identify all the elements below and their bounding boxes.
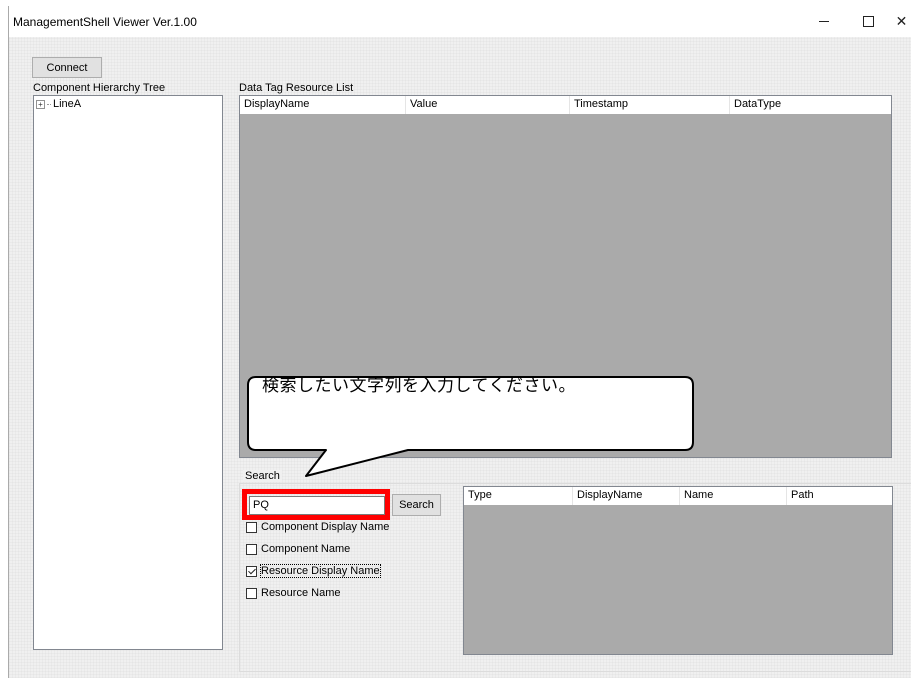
search-result-header: Type DisplayName Name Path	[464, 487, 892, 505]
option-resource-display-name[interactable]: Resource Display Name	[246, 564, 381, 578]
maximize-icon	[863, 16, 874, 27]
data-tag-label: Data Tag Resource List	[239, 82, 354, 94]
data-tag-list[interactable]: DisplayName Value Timestamp DataType	[239, 95, 892, 458]
tree-label: Component Hierarchy Tree	[33, 82, 166, 94]
search-group-label: Search	[243, 470, 282, 482]
option-label: Resource Name	[261, 587, 341, 599]
column-header-displayname[interactable]: DisplayName	[240, 96, 406, 114]
component-tree[interactable]: + LineA	[33, 95, 223, 650]
callout-text: 検索したい文字列を入力してください。	[262, 376, 576, 396]
minimize-icon	[818, 21, 829, 22]
checkbox-checked[interactable]	[246, 565, 257, 577]
option-label: Component Name	[261, 543, 351, 555]
search-input-highlight	[242, 489, 390, 520]
close-icon: ✕	[895, 13, 908, 29]
app-window: ManagementShell Viewer Ver.1.00 ✕ Connec…	[8, 6, 911, 678]
column-header-value[interactable]: Value	[406, 96, 570, 114]
checkbox[interactable]	[246, 521, 257, 533]
column-header-path[interactable]: Path	[787, 487, 892, 505]
option-component-name[interactable]: Component Name	[246, 543, 350, 555]
checkbox[interactable]	[246, 587, 257, 599]
option-label: Component Display Name	[261, 521, 390, 533]
title-bar: ManagementShell Viewer Ver.1.00 ✕	[9, 6, 911, 37]
maximize-button[interactable]	[846, 6, 891, 37]
minimize-button[interactable]	[801, 6, 846, 37]
close-button[interactable]: ✕	[891, 6, 911, 37]
column-header-timestamp[interactable]: Timestamp	[570, 96, 730, 114]
connect-button[interactable]: Connect	[32, 57, 102, 78]
option-label: Resource Display Name	[260, 564, 381, 578]
main-content: Connect Component Hierarchy Tree + LineA…	[9, 37, 911, 678]
tree-node-label: LineA	[53, 98, 82, 110]
window-title: ManagementShell Viewer Ver.1.00	[13, 15, 197, 29]
search-result-list[interactable]: Type DisplayName Name Path	[463, 486, 893, 655]
checkbox[interactable]	[246, 543, 257, 555]
expand-icon[interactable]: +	[36, 99, 45, 109]
tree-connector	[47, 103, 51, 105]
option-resource-name[interactable]: Resource Name	[246, 587, 340, 599]
column-header-datatype[interactable]: DataType	[730, 96, 891, 114]
option-component-display-name[interactable]: Component Display Name	[246, 521, 389, 533]
column-header-name[interactable]: Name	[680, 487, 787, 505]
column-header-type[interactable]: Type	[464, 487, 573, 505]
data-tag-list-header: DisplayName Value Timestamp DataType	[240, 96, 891, 114]
tree-node-linea[interactable]: + LineA	[36, 98, 81, 110]
search-button[interactable]: Search	[392, 494, 441, 516]
column-header-displayname[interactable]: DisplayName	[573, 487, 680, 505]
